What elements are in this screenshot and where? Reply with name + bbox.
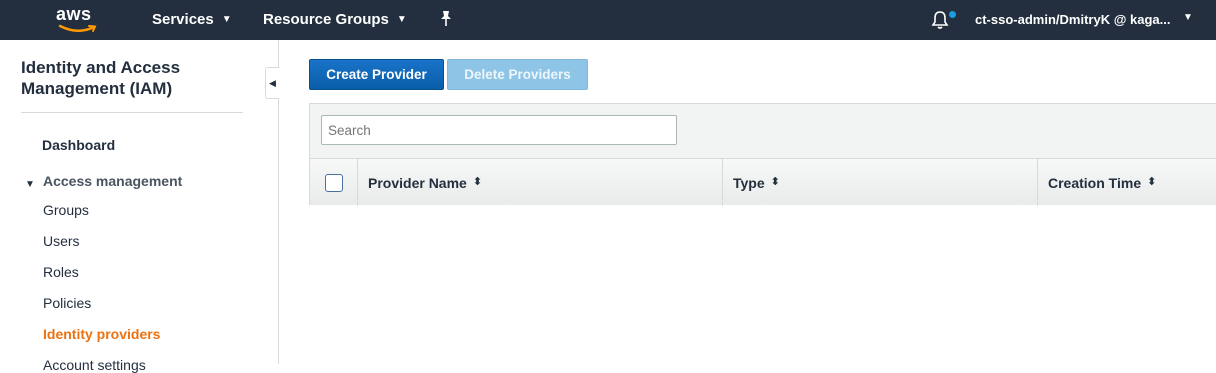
column-label: Creation Time [1048, 174, 1142, 191]
select-all-checkbox[interactable] [325, 174, 343, 192]
column-header-creation-time[interactable]: Creation Time ⬍ [1037, 159, 1216, 206]
sidebar-item-users[interactable]: Users [43, 233, 80, 249]
sidebar-item-identity-providers[interactable]: Identity providers [43, 326, 160, 342]
column-label: Provider Name [368, 174, 467, 191]
sidebar-item-account-settings[interactable]: Account settings [43, 357, 146, 373]
chevron-left-icon: ◀ [269, 77, 276, 88]
caret-down-icon[interactable]: ▼ [25, 179, 35, 190]
notification-badge [949, 11, 956, 18]
sidebar: Identity and Access Management (IAM) Das… [0, 40, 279, 373]
aws-smile-icon [58, 24, 97, 32]
search-input[interactable] [321, 115, 677, 145]
services-label: Services [152, 11, 214, 28]
sort-icon: ⬍ [472, 176, 483, 188]
sort-icon: ⬍ [1147, 176, 1157, 188]
resource-groups-label: Resource Groups [263, 11, 389, 28]
delete-providers-button[interactable]: Delete Providers [447, 59, 588, 90]
column-label: Type [733, 174, 765, 191]
resource-groups-menu[interactable]: Resource Groups ▼ [263, 11, 407, 28]
aws-logo-text: aws [56, 4, 92, 24]
column-header-type[interactable]: Type ⬍ [722, 159, 1037, 206]
account-menu[interactable]: ct-sso-admin/DmitryK @ kaga... [975, 12, 1170, 27]
sidebar-item-dashboard[interactable]: Dashboard [42, 137, 115, 153]
sidebar-item-roles[interactable]: Roles [43, 264, 79, 280]
table-header: Provider Name ⬍ Type ⬍ Creation Time ⬍ [310, 158, 1216, 206]
sidebar-item-policies[interactable]: Policies [43, 295, 91, 311]
notification-bell-icon[interactable] [930, 10, 950, 35]
sidebar-item-groups[interactable]: Groups [43, 202, 89, 218]
services-menu[interactable]: Services ▼ [152, 11, 232, 28]
pin-icon[interactable] [438, 10, 454, 33]
top-nav-bar: aws Services ▼ Resource Groups ▼ ct-sso-… [0, 0, 1216, 40]
chevron-down-icon: ▼ [396, 14, 407, 25]
create-provider-button[interactable]: Create Provider [309, 59, 444, 90]
aws-logo[interactable]: aws [56, 4, 100, 36]
sidebar-divider [21, 112, 243, 113]
sidebar-section-access-management[interactable]: Access management [43, 173, 182, 189]
collapse-sidebar-button[interactable]: ◀ [265, 67, 279, 99]
providers-table: Provider Name ⬍ Type ⬍ Creation Time ⬍ [309, 103, 1216, 206]
sidebar-title: Identity and Access Management (IAM) [21, 58, 181, 98]
chevron-down-icon[interactable]: ▼ [1183, 12, 1193, 23]
chevron-down-icon: ▼ [221, 14, 232, 25]
sort-icon: ⬍ [770, 176, 780, 188]
column-header-provider-name[interactable]: Provider Name ⬍ [357, 159, 722, 206]
